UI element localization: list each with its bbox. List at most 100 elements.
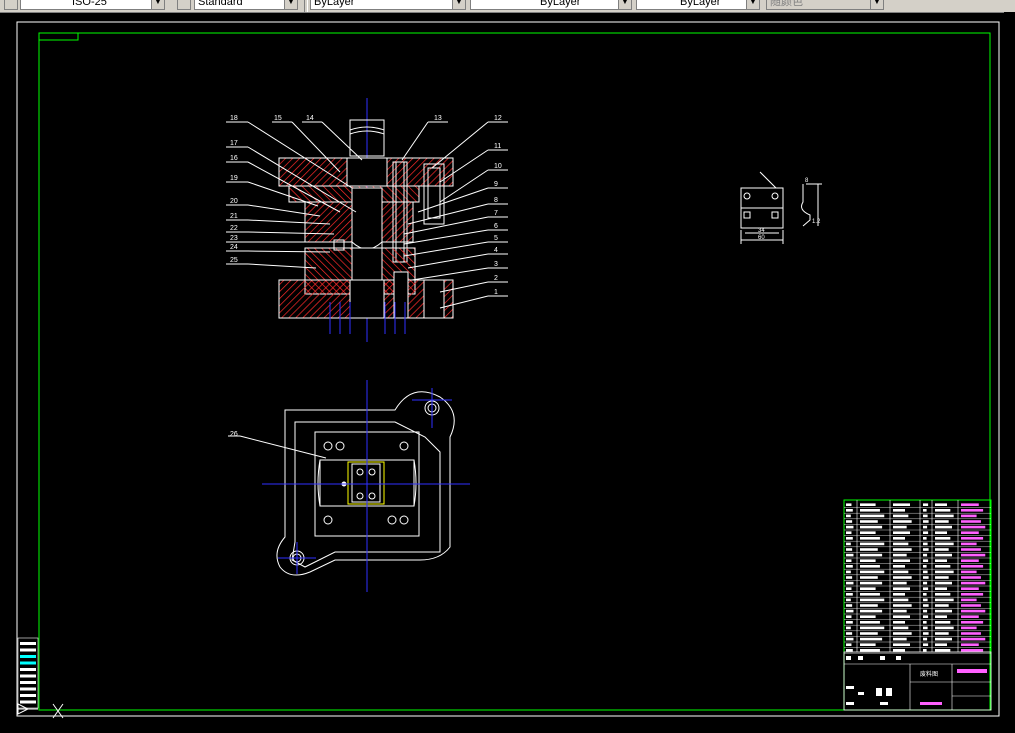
bom-cell: [893, 621, 905, 624]
bom-cell: [860, 570, 885, 574]
bom-cell: [893, 520, 912, 523]
bom-cell: [846, 570, 851, 574]
vertical-scrollbar[interactable]: [1004, 12, 1015, 733]
bom-cell: [846, 525, 854, 529]
bom-cell: [860, 598, 885, 602]
bom-cell: [860, 548, 878, 551]
section-view: [278, 98, 454, 342]
palette-swatch[interactable]: [20, 681, 36, 684]
palette-swatch[interactable]: [20, 661, 36, 665]
bom-cell: [893, 587, 910, 590]
bom-cell: [893, 509, 905, 512]
bom-cell: [860, 520, 878, 523]
bom-cell: [860, 537, 880, 540]
bom-cell: [935, 632, 949, 635]
bom-cell: [961, 542, 977, 546]
bom-cell: [935, 598, 954, 602]
bom-cell: [846, 593, 853, 596]
bom-cell: [893, 637, 907, 641]
text-style-icon[interactable]: [177, 0, 191, 10]
linetype-dropdown[interactable]: ByLayer ▼: [470, 0, 632, 10]
bom-cell: [923, 593, 927, 596]
bom-cell: [860, 576, 878, 579]
lineweight-dropdown[interactable]: ByLayer ▼: [636, 0, 760, 10]
bom-cell: [935, 609, 952, 613]
bom-cell: [935, 593, 951, 596]
bom-cell: [961, 609, 986, 613]
bom-cell: [846, 559, 852, 562]
bom-cell: [923, 576, 929, 579]
dimension-style-icon[interactable]: [4, 0, 18, 10]
bom-cell: [961, 553, 986, 557]
callout-label: 26: [230, 431, 238, 438]
bom-cell: [923, 626, 928, 630]
bom-cell: [935, 604, 949, 607]
bom-cell: [935, 637, 952, 641]
chevron-down-icon: ▼: [452, 0, 465, 9]
bom-cell: [923, 525, 928, 529]
lineweight-value: ByLayer: [680, 0, 721, 8]
bom-cell: [961, 531, 979, 534]
bom-cell: [846, 643, 852, 646]
bom-cell: [860, 509, 880, 512]
bom-cell: [935, 587, 947, 590]
palette-swatch[interactable]: [20, 668, 36, 671]
bom-cell: [893, 598, 909, 602]
drawing-canvas[interactable]: 18 17 16 19 20 21 22 23 24 25 15 14 13 1…: [0, 12, 1004, 733]
palette-swatch[interactable]: [20, 674, 36, 678]
textstyle-dropdown[interactable]: Standard ▼: [194, 0, 298, 10]
bom-cell: [893, 581, 907, 585]
bom-cell: [893, 565, 905, 568]
bom-cell: [846, 609, 854, 613]
callout-label: 18: [230, 115, 238, 122]
chevron-down-icon: ▼: [284, 0, 297, 9]
callout-label: 1: [494, 289, 498, 296]
callout-label: 21: [230, 213, 238, 220]
bom-cell: [961, 503, 979, 506]
dim-text: 8: [805, 178, 809, 184]
bom-cell: [935, 643, 947, 646]
plotstyle-value: 随颜色: [770, 0, 803, 8]
bom-cell: [923, 632, 929, 635]
bom-cell: [860, 621, 880, 624]
bom-cell: [860, 637, 883, 641]
chevron-down-icon: ▼: [618, 0, 631, 9]
bom-cell: [961, 637, 986, 641]
bom-cell: [961, 525, 986, 529]
bom-cell: [860, 514, 885, 518]
bom-cell: [893, 643, 910, 646]
chevron-down-icon: ▼: [870, 0, 883, 9]
bom-cell: [935, 553, 952, 557]
palette-swatch[interactable]: [20, 700, 36, 704]
palette-swatch[interactable]: [20, 687, 36, 691]
callout-label: 12: [494, 115, 502, 122]
bom-cell: [961, 643, 979, 646]
callout-label: 22: [230, 225, 238, 232]
callout-label: 5: [494, 235, 498, 242]
bom-cell: [893, 559, 910, 562]
dimstyle-value: ISO-25: [72, 0, 107, 8]
palette-swatch[interactable]: [20, 655, 36, 658]
layer-dropdown[interactable]: ByLayer ▼: [310, 0, 466, 10]
bom-cell: [923, 537, 927, 540]
bom-cell: [961, 565, 984, 568]
bom-cell: [860, 559, 876, 562]
bom-cell: [961, 559, 979, 562]
palette-swatch[interactable]: [20, 642, 36, 645]
plotstyle-dropdown[interactable]: 随颜色 ▼: [766, 0, 884, 10]
dimstyle-dropdown[interactable]: ISO-25 ▼: [20, 0, 165, 10]
bom-cell: [923, 615, 929, 618]
bom-cell: [935, 621, 951, 624]
bom-cell: [935, 514, 954, 518]
callout-label: 2: [494, 275, 498, 282]
palette-swatch[interactable]: [20, 648, 36, 652]
bom-cell: [923, 643, 929, 646]
callout-label: 19: [230, 175, 238, 182]
bom-cell: [923, 503, 929, 506]
palette-swatch[interactable]: [20, 694, 36, 697]
callout-label: 7: [494, 210, 498, 217]
bom-cell: [860, 565, 880, 568]
leader-line: [239, 435, 327, 459]
bom-cell: [961, 509, 984, 512]
bom-cell: [961, 537, 984, 540]
